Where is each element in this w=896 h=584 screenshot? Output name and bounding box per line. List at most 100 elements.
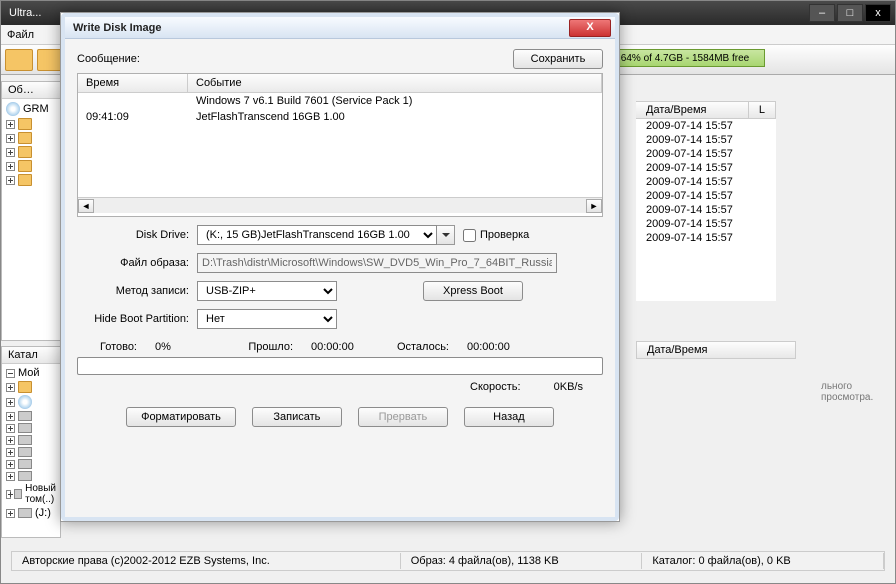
- disc-icon: [6, 102, 20, 116]
- expand-icon[interactable]: [6, 148, 15, 157]
- minimize-button[interactable]: –: [809, 4, 835, 22]
- tree-row[interactable]: Мой: [4, 366, 58, 380]
- tree-label: Мой: [18, 367, 40, 379]
- tree-row[interactable]: [4, 117, 58, 131]
- progress-bar: [77, 357, 603, 375]
- tree-row[interactable]: (J:): [4, 506, 58, 520]
- expand-icon[interactable]: [6, 134, 15, 143]
- tree-row[interactable]: [4, 131, 58, 145]
- dialog-close-button[interactable]: X: [569, 19, 611, 37]
- maximize-button[interactable]: □: [837, 4, 863, 22]
- log-row[interactable]: Windows 7 v6.1 Build 7601 (Service Pack …: [78, 93, 602, 109]
- xpress-boot-button[interactable]: Xpress Boot: [423, 281, 523, 301]
- file-list-header[interactable]: Дата/Время L: [636, 101, 776, 119]
- expand-icon[interactable]: [6, 412, 15, 421]
- tree-row[interactable]: [4, 446, 58, 458]
- ready-value: 0%: [155, 341, 215, 353]
- scroll-left-icon[interactable]: ◄: [78, 199, 94, 213]
- list-item[interactable]: 2009-07-14 15:57: [636, 189, 776, 203]
- status-copyright: Авторские права (c)2002-2012 EZB Systems…: [12, 553, 401, 569]
- expand-icon[interactable]: [6, 448, 15, 457]
- expand-icon[interactable]: [6, 120, 15, 129]
- speed-label: Скорость:: [470, 381, 521, 393]
- log-table: Время Событие Windows 7 v6.1 Build 7601 …: [77, 73, 603, 217]
- log-time: 09:41:09: [78, 109, 188, 125]
- list-item[interactable]: 2009-07-14 15:57: [636, 161, 776, 175]
- remaining-label: Осталось:: [389, 341, 449, 353]
- status-catalog: Каталог: 0 файла(ов), 0 KB: [642, 553, 884, 569]
- back-button[interactable]: Назад: [464, 407, 554, 427]
- list-item[interactable]: 2009-07-14 15:57: [636, 147, 776, 161]
- tree-row[interactable]: [4, 394, 58, 410]
- tree-row[interactable]: [4, 159, 58, 173]
- tree-row[interactable]: [4, 380, 58, 394]
- list-item[interactable]: 2009-07-14 15:57: [636, 133, 776, 147]
- folder-icon: [18, 174, 32, 186]
- expand-icon[interactable]: [6, 436, 15, 445]
- hide-boot-select[interactable]: Нет: [197, 309, 337, 329]
- format-button[interactable]: Форматировать: [126, 407, 236, 427]
- folder-icon: [18, 146, 32, 158]
- tree-label: Новый том(..): [25, 483, 56, 505]
- verify-checkbox-input[interactable]: [463, 229, 476, 242]
- write-button[interactable]: Записать: [252, 407, 342, 427]
- drive-icon: [18, 435, 32, 445]
- expand-icon[interactable]: [6, 490, 11, 499]
- expand-icon[interactable]: [6, 509, 15, 518]
- write-method-select[interactable]: USB-ZIP+: [197, 281, 337, 301]
- status-image: Образ: 4 файла(ов), 1138 KB: [401, 553, 643, 569]
- remaining-value: 00:00:00: [467, 341, 527, 353]
- lower-file-list-header[interactable]: Дата/Время: [636, 341, 796, 359]
- drive-icon: [18, 459, 32, 469]
- disk-drive-select[interactable]: (K:, 15 GB)JetFlashTranscend 16GB 1.00: [197, 225, 437, 245]
- tree-row[interactable]: GRM: [4, 101, 58, 117]
- save-button[interactable]: Сохранить: [513, 49, 603, 69]
- tree-row[interactable]: [4, 422, 58, 434]
- tree-row[interactable]: [4, 173, 58, 187]
- tree-row[interactable]: [4, 145, 58, 159]
- tree-row[interactable]: Новый том(..): [4, 482, 58, 506]
- expand-icon[interactable]: [6, 383, 15, 392]
- horizontal-scrollbar[interactable]: ◄ ►: [78, 197, 602, 213]
- column-header-l[interactable]: L: [749, 102, 776, 118]
- list-item[interactable]: 2009-07-14 15:57: [636, 175, 776, 189]
- column-header-time[interactable]: Время: [78, 74, 188, 92]
- list-item[interactable]: 2009-07-14 15:57: [636, 231, 776, 245]
- column-header-datetime[interactable]: Дата/Время: [637, 342, 795, 358]
- expand-icon[interactable]: [6, 424, 15, 433]
- list-item[interactable]: 2009-07-14 15:57: [636, 217, 776, 231]
- file-list: Дата/Время L 2009-07-14 15:572009-07-14 …: [636, 101, 776, 301]
- drive-icon: [14, 489, 22, 499]
- image-file-label: Файл образа:: [77, 257, 197, 269]
- verify-label: Проверка: [480, 229, 529, 241]
- log-row[interactable]: 09:41:09JetFlashTranscend 16GB 1.00: [78, 109, 602, 125]
- toolbar-icon[interactable]: [5, 49, 33, 71]
- close-button[interactable]: x: [865, 4, 891, 22]
- verify-checkbox[interactable]: Проверка: [463, 229, 529, 242]
- dropdown-arrow-icon[interactable]: [437, 225, 455, 245]
- write-disk-image-dialog: Write Disk Image X Сообщение: Сохранить …: [60, 12, 620, 522]
- expand-icon[interactable]: [6, 472, 15, 481]
- column-header-event[interactable]: Событие: [188, 74, 602, 92]
- list-item[interactable]: 2009-07-14 15:57: [636, 203, 776, 217]
- collapse-icon[interactable]: [6, 369, 15, 378]
- expand-icon[interactable]: [6, 162, 15, 171]
- menu-file[interactable]: Файл: [7, 29, 34, 41]
- expand-icon[interactable]: [6, 398, 15, 407]
- elapsed-label: Прошло:: [233, 341, 293, 353]
- scroll-right-icon[interactable]: ►: [586, 199, 602, 213]
- tree-row[interactable]: [4, 410, 58, 422]
- column-header-datetime[interactable]: Дата/Время: [636, 102, 749, 118]
- expand-icon[interactable]: [6, 176, 15, 185]
- speed-value: 0KB/s: [554, 381, 583, 393]
- message-label: Сообщение:: [77, 53, 513, 65]
- image-tree-header: Об…: [2, 82, 60, 99]
- expand-icon[interactable]: [6, 460, 15, 469]
- tree-row[interactable]: [4, 470, 58, 482]
- tree-row[interactable]: [4, 434, 58, 446]
- tree-row[interactable]: [4, 458, 58, 470]
- drive-icon: [18, 471, 32, 481]
- list-item[interactable]: 2009-07-14 15:57: [636, 119, 776, 133]
- elapsed-value: 00:00:00: [311, 341, 371, 353]
- dialog-titlebar[interactable]: Write Disk Image X: [65, 17, 615, 39]
